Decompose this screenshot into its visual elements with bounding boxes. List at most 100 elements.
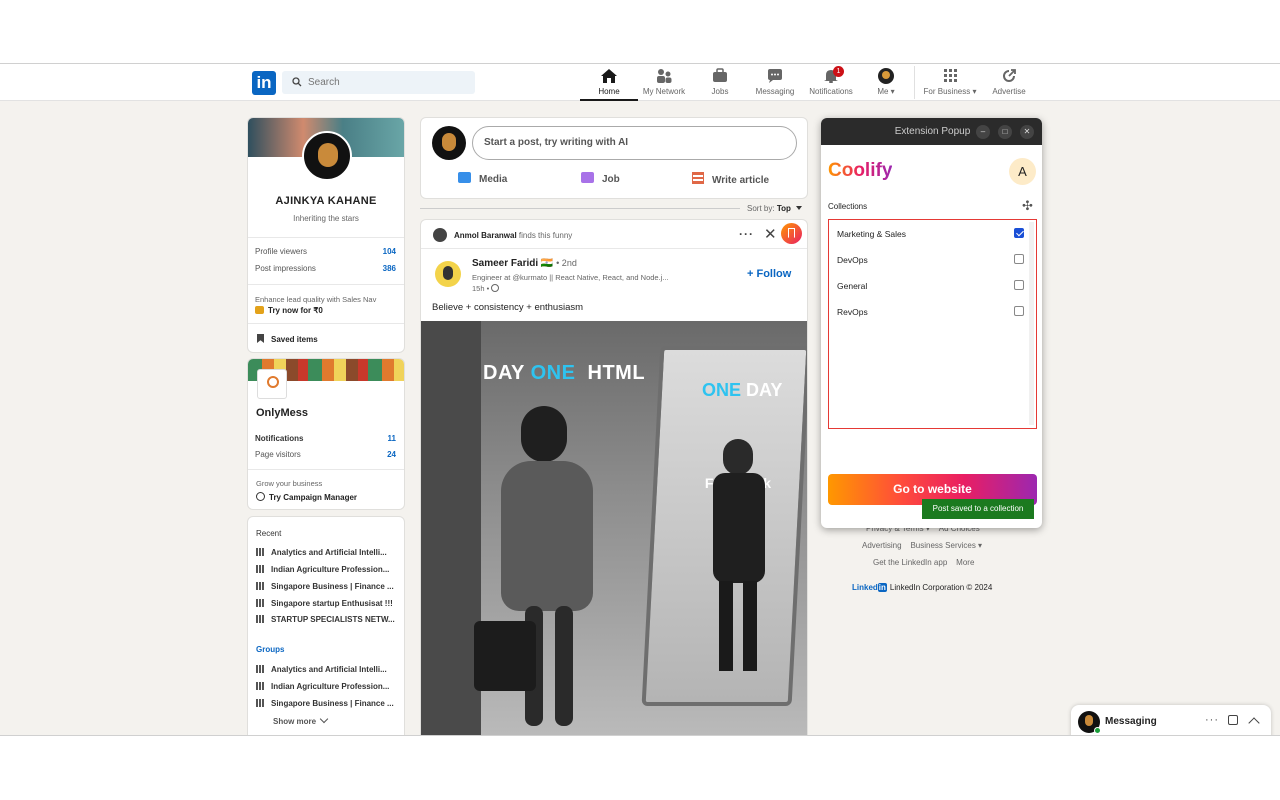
nav-home[interactable]: Home xyxy=(579,68,639,101)
stat-post-impressions[interactable]: Post impressions 386 xyxy=(255,264,396,273)
group-item-label: Singapore Business | Finance ... xyxy=(271,699,394,708)
linkedin-logo-icon[interactable]: in xyxy=(252,71,276,95)
collection-item-revops[interactable]: RevOps xyxy=(837,302,1024,322)
sort-dropdown[interactable]: Sort by: Top xyxy=(747,204,803,213)
target-icon xyxy=(256,492,265,501)
recent-item[interactable]: Analytics and Artificial Intelli... xyxy=(256,548,387,557)
messaging-label: Messaging xyxy=(1105,716,1157,727)
nav-my-network[interactable]: My Network xyxy=(634,68,694,96)
recent-item[interactable]: Indian Agriculture Profession... xyxy=(256,565,389,574)
briefcase-icon xyxy=(581,172,594,183)
stat-value: 24 xyxy=(387,450,396,459)
footer-link[interactable]: Business Services ▾ xyxy=(910,541,982,550)
divider xyxy=(248,237,404,238)
article-icon xyxy=(692,172,704,184)
collection-name: DevOps xyxy=(837,255,868,265)
campaign-manager-link[interactable]: Try Campaign Manager xyxy=(256,492,357,502)
group-icon xyxy=(256,599,265,607)
close-icon[interactable]: ✕ xyxy=(764,225,777,243)
company-stat-page-visitors[interactable]: Page visitors 24 xyxy=(255,450,396,459)
user-avatar[interactable]: A xyxy=(1009,158,1036,185)
top-navigation-bar: in Home My Network Jobs Messaging 1 Noti… xyxy=(0,64,1280,101)
caption-word: DAY xyxy=(746,380,783,400)
recent-item[interactable]: Singapore Business | Finance ... xyxy=(256,582,394,591)
messaging-dock[interactable]: Messaging ··· xyxy=(1071,705,1271,735)
recent-item-label: Singapore startup Enthusisat !!! xyxy=(271,599,393,608)
collection-item-devops[interactable]: DevOps xyxy=(837,250,1024,270)
profile-name[interactable]: AJINKYA KAHANE xyxy=(248,195,404,207)
browser-viewport: in Home My Network Jobs Messaging 1 Noti… xyxy=(0,63,1280,736)
saved-items-link[interactable]: Saved items xyxy=(257,334,318,344)
recent-groups-card: Recent Analytics and Artificial Intelli.… xyxy=(247,516,405,735)
profile-headline: Inheriting the stars xyxy=(293,214,359,223)
activity-actor-name[interactable]: Anmol Baranwal xyxy=(454,231,517,240)
nav-notifications[interactable]: 1 Notifications xyxy=(801,66,861,96)
footer-link[interactable]: Advertising xyxy=(862,541,902,550)
media-button[interactable]: Media xyxy=(458,172,507,185)
collection-item-general[interactable]: General xyxy=(837,276,1024,296)
footer-line-3: Get the LinkedIn app More xyxy=(873,558,974,567)
collection-checkbox[interactable] xyxy=(1014,306,1024,316)
compose-icon[interactable] xyxy=(1228,715,1238,725)
post-composer-card: Start a post, try writing with AI Media … xyxy=(420,117,808,199)
toast-notification: Post saved to a collection xyxy=(922,499,1034,519)
job-label: Job xyxy=(602,174,620,185)
sales-nav-try-link[interactable]: Try now for ₹0 xyxy=(255,306,323,315)
group-icon xyxy=(256,615,265,623)
stat-label: Page visitors xyxy=(255,450,301,459)
activity-actor-avatar[interactable] xyxy=(433,228,447,242)
messaging-icon xyxy=(766,68,784,84)
collection-item-marketing-sales[interactable]: Marketing & Sales xyxy=(837,224,1024,244)
nav-messaging[interactable]: Messaging xyxy=(745,68,805,96)
company-name[interactable]: OnlyMess xyxy=(256,407,308,419)
author-avatar[interactable] xyxy=(435,261,461,287)
search-box[interactable] xyxy=(282,71,475,94)
footer-link[interactable]: Get the LinkedIn app xyxy=(873,558,947,567)
write-article-button[interactable]: Write article xyxy=(692,172,769,186)
footer-link[interactable]: More xyxy=(956,558,974,567)
nav-divider xyxy=(914,66,915,99)
briefcase-shape xyxy=(474,621,536,691)
minimize-icon[interactable]: – xyxy=(976,125,990,139)
job-button[interactable]: Job xyxy=(581,172,620,185)
sort-value: Top xyxy=(776,204,791,213)
activity-header: Anmol Baranwal finds this funny xyxy=(454,231,572,240)
copyright-text: LinkedIn Corporation © 2024 xyxy=(889,583,993,592)
group-item[interactable]: Indian Agriculture Profession... xyxy=(256,682,389,691)
collection-checkbox[interactable] xyxy=(1014,254,1024,264)
more-options-icon[interactable]: ··· xyxy=(739,227,754,241)
company-stat-notifications[interactable]: Notifications 11 xyxy=(255,434,396,443)
follow-button[interactable]: + Follow xyxy=(747,268,791,280)
close-window-icon[interactable]: ✕ xyxy=(1020,125,1034,139)
company-logo[interactable] xyxy=(257,369,287,399)
nav-for-business[interactable]: For Business ▾ xyxy=(920,68,980,96)
reflection-figure-leg xyxy=(743,581,757,671)
recent-item[interactable]: Singapore startup Enthusisat !!! xyxy=(256,599,393,608)
nav-advertise[interactable]: Advertise xyxy=(979,68,1039,96)
show-more-button[interactable]: Show more xyxy=(273,714,329,726)
recent-item-label: STARTUP SPECIALISTS NETW... xyxy=(271,615,395,624)
coolify-save-button[interactable] xyxy=(781,223,802,244)
groups-heading-link[interactable]: Groups xyxy=(256,645,284,654)
maximize-icon[interactable]: □ xyxy=(998,125,1012,139)
author-line[interactable]: Sameer Faridi 🇮🇳 • 2nd xyxy=(472,258,577,269)
me-avatar-icon xyxy=(877,68,895,84)
recent-item[interactable]: STARTUP SPECIALISTS NETW... xyxy=(256,615,395,624)
nav-jobs[interactable]: Jobs xyxy=(690,68,750,96)
search-input[interactable] xyxy=(308,74,468,91)
collection-checkbox[interactable] xyxy=(1014,228,1024,238)
chevron-up-icon[interactable] xyxy=(1248,717,1260,729)
post-image[interactable]: DAY ONE HTML ONE DAY Full StackDev xyxy=(421,321,807,735)
nav-me[interactable]: Me ▾ xyxy=(856,68,916,96)
profile-avatar[interactable] xyxy=(302,131,352,181)
more-options-icon[interactable]: ··· xyxy=(1205,714,1219,726)
collections-scrollbar[interactable] xyxy=(1029,222,1034,425)
add-collection-icon[interactable]: ✣ xyxy=(1022,198,1033,214)
stat-profile-viewers[interactable]: Profile viewers 104 xyxy=(255,247,396,256)
group-item[interactable]: Singapore Business | Finance ... xyxy=(256,699,394,708)
start-post-button[interactable]: Start a post, try writing with AI xyxy=(472,126,797,160)
composer-avatar[interactable] xyxy=(432,126,466,160)
chevron-down-icon xyxy=(320,714,329,724)
collection-checkbox[interactable] xyxy=(1014,280,1024,290)
group-item[interactable]: Analytics and Artificial Intelli... xyxy=(256,665,387,674)
